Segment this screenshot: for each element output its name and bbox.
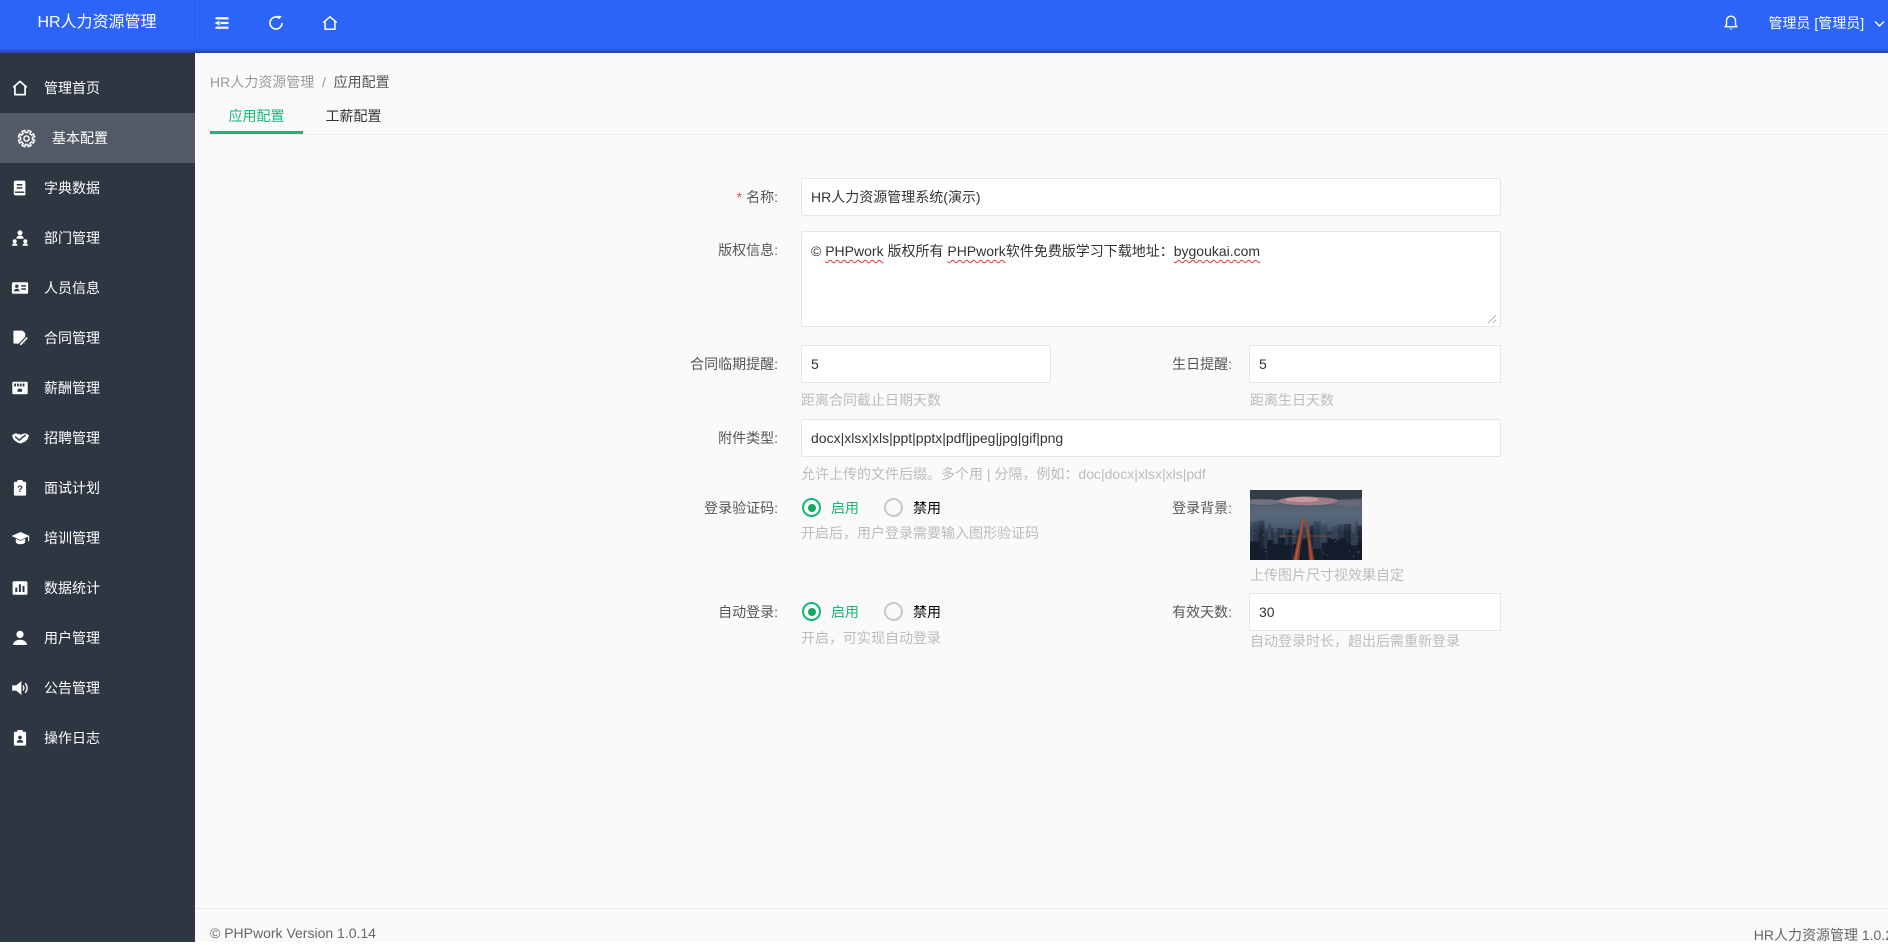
svg-text:?: ? [17,484,23,495]
